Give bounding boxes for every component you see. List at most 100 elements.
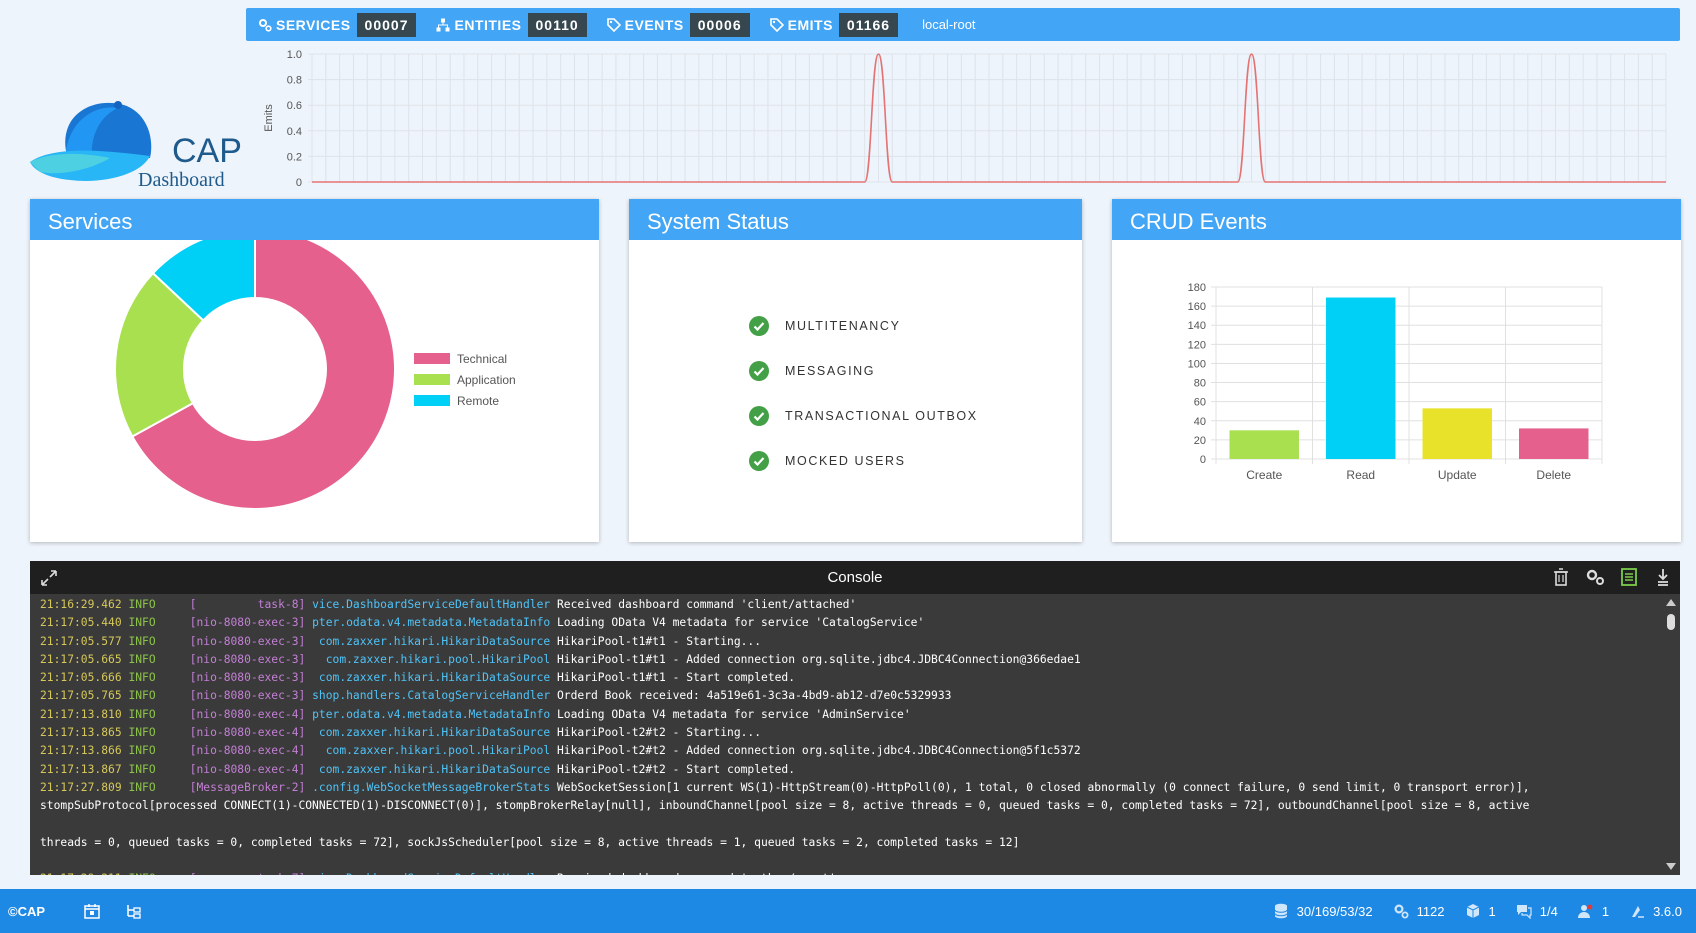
log-class: pter.odata.v4.metadata.MetadataInfo xyxy=(312,616,551,630)
tree-icon[interactable] xyxy=(125,903,143,919)
version-label: 3.6.0 xyxy=(1653,903,1682,919)
status-label: MOCKED USERS xyxy=(785,453,906,468)
log-thread: [MessageBroker-2] xyxy=(189,780,306,794)
log-continuation: threads = 0, queued tasks = 0, completed… xyxy=(40,835,1020,849)
sap-icon xyxy=(1632,906,1645,918)
log-thread: [nio-8080-exec-4] xyxy=(189,707,306,721)
log-level: INFO xyxy=(128,762,156,776)
y-tick-label: 100 xyxy=(1188,358,1206,370)
y-tick-label: 120 xyxy=(1188,339,1206,351)
y-tick-label: 0 xyxy=(1200,454,1206,466)
log-level: INFO xyxy=(128,707,156,721)
log-line: 21:17:05.440 INFO [nio-8080-exec-3] pter… xyxy=(40,614,1652,632)
console-toolbar xyxy=(1538,567,1674,587)
users-indicator[interactable]: 1 xyxy=(1577,903,1609,919)
panel-title: Services xyxy=(30,199,599,240)
log-level: INFO xyxy=(128,726,156,740)
y-tick-label: 20 xyxy=(1194,435,1206,447)
version-indicator[interactable]: 3.6.0 xyxy=(1629,903,1682,919)
stat-label: ENTITIES xyxy=(454,16,522,33)
logo-subtitle: Dashboard xyxy=(138,169,225,191)
log-level: INFO xyxy=(128,744,156,758)
log-line: 21:17:13.867 INFO [nio-8080-exec-4] com.… xyxy=(40,761,1652,779)
db-counts: 30/169/53/32 xyxy=(1296,903,1373,919)
messages-indicator[interactable]: 1/4 xyxy=(1516,903,1558,919)
threads-count: 1122 xyxy=(1416,903,1445,919)
log-thread: [nio-8080-exec-3] xyxy=(189,689,306,703)
log-message: Received dashboard command 'outbox/reset… xyxy=(557,872,836,875)
status-list: MULTITENANCY MESSAGING TRANSACTIONAL OUT… xyxy=(749,303,978,483)
log-level: INFO xyxy=(128,598,156,611)
cogs-icon[interactable] xyxy=(1584,567,1606,587)
services-donut-chart: Technical Application Remote xyxy=(114,227,516,510)
stat-value: 00110 xyxy=(527,12,587,37)
stat-label: EMITS xyxy=(787,16,833,33)
log-class: shop.handlers.CatalogServiceHandler xyxy=(312,689,551,703)
log-timestamp: 21:17:05.666 xyxy=(40,671,122,685)
console-panel: Console 21:16:29.462 INFO [ task-8] vice… xyxy=(30,561,1680,875)
tag-icon xyxy=(769,17,784,32)
log-class: vice.DashboardServiceDefaultHandler xyxy=(312,598,551,611)
log-message: Loading OData V4 metadata for service 'A… xyxy=(556,707,911,721)
x-tick-label: Read xyxy=(1346,468,1375,482)
db-indicator[interactable]: 30/169/53/32 xyxy=(1273,903,1373,919)
log-timestamp: 21:17:13.867 xyxy=(40,762,122,776)
services-panel: Services Technical Application Remote xyxy=(30,199,599,542)
stat-emits: EMITS 01166 xyxy=(769,12,899,37)
log-class: com.zaxxer.hikari.HikariDataSource xyxy=(312,726,551,740)
scroll-down-icon[interactable] xyxy=(1666,863,1676,870)
y-tick-label: 60 xyxy=(1194,397,1206,409)
log-class: com.zaxxer.hikari.HikariDataSource xyxy=(312,671,551,685)
users-icon xyxy=(1577,904,1593,918)
y-tick-label: 0.6 xyxy=(287,100,302,112)
system-status-panel: System Status MULTITENANCY MESSAGING TRA… xyxy=(629,199,1082,542)
log-line: 21:17:05.666 INFO [nio-8080-exec-3] com.… xyxy=(40,669,1652,687)
log-level: INFO xyxy=(128,780,156,794)
stat-events: EVENTS 00006 xyxy=(606,12,750,37)
scroll-up-icon[interactable] xyxy=(1666,599,1676,606)
cube-icon xyxy=(1466,904,1479,918)
tenants-indicator[interactable]: 1 xyxy=(1465,903,1496,919)
log-class: com.zaxxer.hikari.pool.HikariPool xyxy=(312,744,551,758)
log-level: INFO xyxy=(128,872,155,875)
threads-indicator[interactable]: 1122 xyxy=(1393,903,1445,919)
log-message: HikariPool-t1#t1 - Start completed. xyxy=(556,671,796,685)
stat-value: 01166 xyxy=(838,12,899,37)
legend-label: Remote xyxy=(457,394,499,408)
log-thread: [ task-7] xyxy=(190,872,306,875)
status-label: TRANSACTIONAL OUTBOX xyxy=(785,408,978,423)
log-line: 21:17:13.866 INFO [nio-8080-exec-4] com.… xyxy=(40,742,1652,760)
x-tick-label: Update xyxy=(1438,468,1477,482)
logo-title: CAP xyxy=(172,132,242,170)
y-tick-label: 180 xyxy=(1188,282,1206,294)
console-header: Console xyxy=(30,561,1680,594)
grid xyxy=(308,53,1667,183)
log-message: HikariPool-t2#t2 - Starting... xyxy=(556,726,762,740)
trash-icon[interactable] xyxy=(1550,567,1572,587)
bar-delete xyxy=(1519,428,1589,459)
console-log: 21:16:29.462 INFO [ task-8] vice.Dashboa… xyxy=(30,594,1662,875)
y-tick-label: 1.0 xyxy=(287,49,302,61)
log-format-icon[interactable] xyxy=(1618,567,1640,587)
sitemap-icon xyxy=(436,18,450,31)
legend-label: Application xyxy=(457,373,516,387)
console-scrollbar[interactable] xyxy=(1662,594,1680,875)
crud-events-panel: CRUD Events 0 20 40 60 80 100 120 140 160 180 Crea… xyxy=(1112,199,1681,542)
check-circle-icon xyxy=(749,405,769,426)
log-level: INFO xyxy=(128,634,156,648)
scroll-lock-icon[interactable] xyxy=(1652,567,1674,587)
scroll-thumb[interactable] xyxy=(1667,614,1675,630)
stats-bar: SERVICES 00007 ENTITIES 00110 EVENTS 000… xyxy=(246,8,1680,41)
legend-label: Technical xyxy=(457,352,507,366)
check-circle-icon xyxy=(749,315,769,336)
log-message: HikariPool-t2#t2 - Added connection org.… xyxy=(556,744,1081,758)
log-class: pter.odata.v4.metadata.MetadataInfo xyxy=(312,707,551,721)
log-class: vice.DashboardServiceDefaultHandler xyxy=(312,872,550,875)
check-circle-icon xyxy=(749,450,769,471)
cap-logo: CAP Dashboard xyxy=(30,96,250,196)
log-level: INFO xyxy=(128,671,156,685)
log-class: com.zaxxer.hikari.HikariDataSource xyxy=(312,634,551,648)
calendar-icon[interactable] xyxy=(83,903,101,919)
status-item-messaging: MESSAGING xyxy=(749,348,978,393)
status-indicators: 30/169/53/32 1122 1 1/4 1 3.6.0 xyxy=(1253,903,1682,919)
